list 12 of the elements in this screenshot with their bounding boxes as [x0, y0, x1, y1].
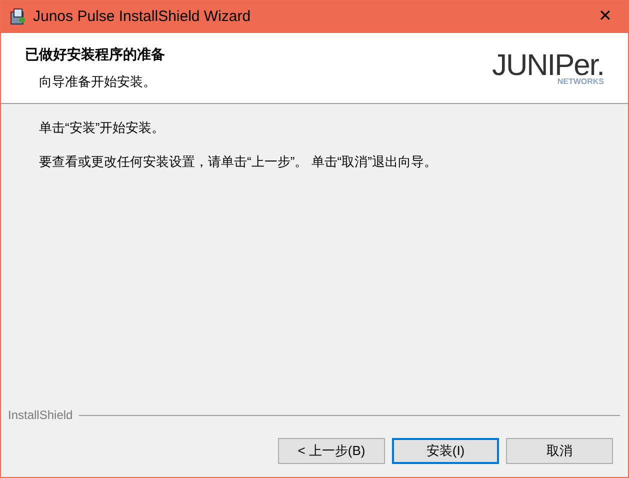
logo-tagline: NETWORKS: [557, 78, 604, 86]
page-title: 已做好安装程序的准备: [25, 45, 165, 64]
dialog-button[interactable]: 取消: [506, 438, 613, 464]
dialog-button[interactable]: 安装(I): [392, 438, 499, 464]
brand-label: InstallShield: [8, 407, 73, 424]
instruction-text: 单击“安装”开始安装。: [39, 119, 166, 137]
dialog-button[interactable]: < 上一步(B): [278, 438, 385, 464]
window-title: Junos Pulse InstallShield Wizard: [33, 6, 251, 27]
instruction-text: 要查看或更改任何安装设置，请单击“上一步”。 单击“取消”退出向导。: [39, 152, 438, 170]
installer-icon: [9, 8, 27, 26]
page-subtitle: 向导准备开始安装。: [38, 73, 157, 92]
close-button[interactable]: ✕: [582, 1, 628, 33]
